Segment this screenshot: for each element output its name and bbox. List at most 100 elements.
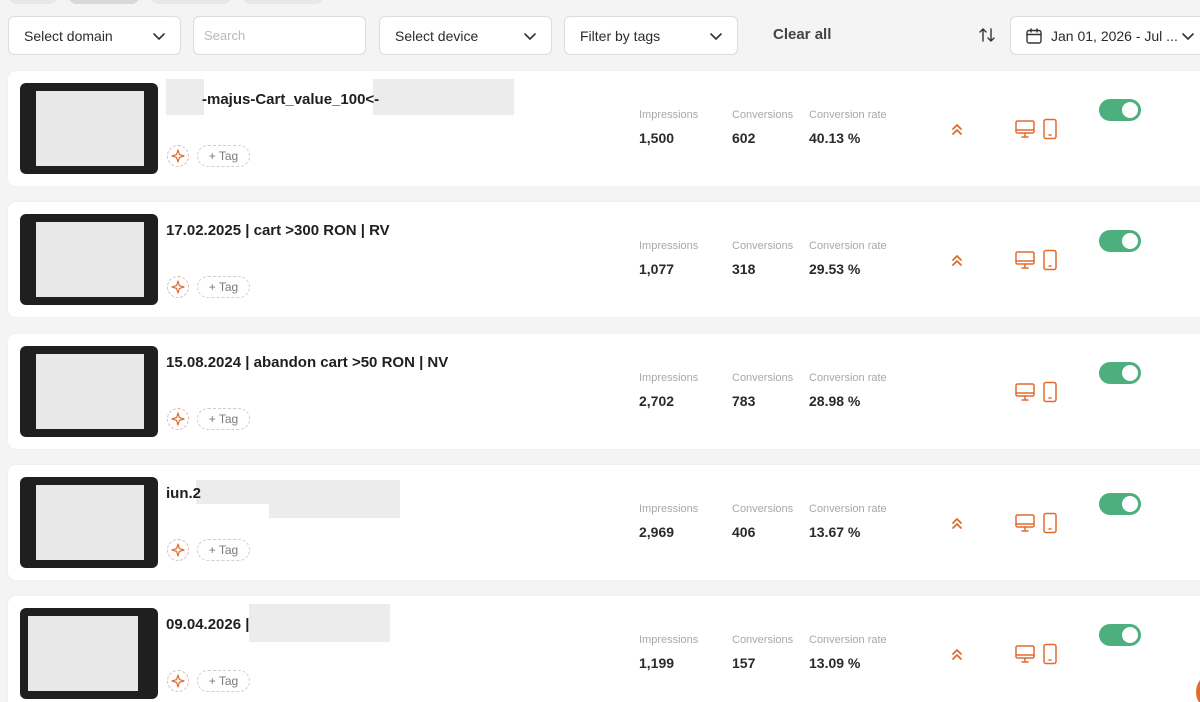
search-input[interactable]	[193, 16, 366, 55]
campaign-enabled-toggle[interactable]	[1099, 362, 1141, 384]
sparkle-icon	[171, 149, 185, 163]
tags-filter-select[interactable]: Filter by tags	[564, 16, 738, 55]
conversions-value: 406	[732, 524, 756, 540]
toggle-knob	[1122, 102, 1138, 118]
desktop-icon[interactable]	[1014, 643, 1036, 665]
campaign-title-wrap: 09.04.2026 |	[166, 606, 249, 642]
mobile-icon[interactable]	[1039, 249, 1061, 271]
campaign-preview-thumbnail[interactable]	[20, 477, 158, 568]
calendar-icon	[1026, 27, 1042, 44]
date-range-picker[interactable]: Jan 01, 2026 - Jul ...	[1010, 16, 1200, 55]
add-tag-button[interactable]: + Tag	[197, 670, 250, 692]
conversion-rate-metric: Conversion rate 40.13 %	[809, 109, 887, 146]
conversion-rate-label: Conversion rate	[809, 372, 887, 384]
add-tag-button[interactable]: + Tag	[197, 408, 250, 430]
conversion-rate-value: 29.53 %	[809, 261, 861, 277]
tab-2[interactable]	[68, 0, 140, 4]
impressions-label: Impressions	[639, 240, 699, 252]
sparkle-icon	[171, 280, 185, 294]
campaign-preview-thumbnail[interactable]	[20, 214, 158, 305]
campaign-enabled-toggle[interactable]	[1099, 624, 1141, 646]
toggle-knob	[1122, 496, 1138, 512]
campaign-title[interactable]: 09.04.2026 |	[166, 616, 249, 633]
ai-sparkle-button[interactable]	[167, 539, 189, 561]
conversion-rate-value: 40.13 %	[809, 130, 861, 146]
priority-high-icon[interactable]	[949, 646, 965, 662]
campaign-enabled-toggle[interactable]	[1099, 99, 1141, 121]
sort-icon[interactable]	[978, 26, 996, 44]
impressions-label: Impressions	[639, 109, 699, 121]
impressions-value: 1,077	[639, 261, 675, 277]
campaign-title[interactable]: iun.2	[166, 485, 201, 502]
priority-high-icon[interactable]	[949, 121, 965, 137]
desktop-icon[interactable]	[1014, 381, 1036, 403]
campaign-preview-thumbnail[interactable]	[20, 83, 158, 174]
conversion-rate-label: Conversion rate	[809, 240, 887, 252]
campaign-card[interactable]: 17.02.2025 | cart >300 RON | RV + Tag Im…	[8, 202, 1200, 317]
impressions-label: Impressions	[639, 634, 699, 646]
priority-high-icon[interactable]	[949, 515, 965, 531]
sparkle-icon	[171, 674, 185, 688]
campaign-title[interactable]: 15.08.2024 | abandon cart >50 RON | NV	[166, 354, 448, 371]
conversions-label: Conversions	[732, 109, 794, 121]
impressions-value: 1,500	[639, 130, 675, 146]
conversions-value: 157	[732, 655, 756, 671]
campaign-title[interactable]: 17.02.2025 | cart >300 RON | RV	[166, 222, 390, 239]
chevron-down-icon	[153, 32, 165, 40]
ai-sparkle-button[interactable]	[167, 145, 189, 167]
conversions-label: Conversions	[732, 240, 794, 252]
mobile-icon[interactable]	[1039, 118, 1061, 140]
conversions-metric: Conversions 406	[732, 503, 793, 540]
toggle-knob	[1122, 365, 1138, 381]
tab-4[interactable]	[242, 0, 324, 4]
impressions-metric: Impressions 2,702	[639, 372, 698, 409]
filter-toolbar: Select domain Select device Filter by ta…	[8, 16, 1200, 56]
campaign-card[interactable]: 09.04.2026 | + Tag Impressions 1,199 Conv…	[8, 596, 1200, 702]
preview-screen	[28, 616, 138, 691]
conversions-label: Conversions	[732, 372, 794, 384]
campaign-title[interactable]: -majus-Cart_value_100<-	[202, 91, 379, 108]
desktop-icon[interactable]	[1014, 118, 1036, 140]
mobile-icon[interactable]	[1039, 381, 1061, 403]
conversions-value: 318	[732, 261, 756, 277]
ai-sparkle-button[interactable]	[167, 670, 189, 692]
tab-1[interactable]	[8, 0, 58, 4]
ai-sparkle-button[interactable]	[167, 408, 189, 430]
domain-select[interactable]: Select domain	[8, 16, 181, 55]
priority-high-icon[interactable]	[949, 252, 965, 268]
sparkle-icon	[171, 412, 185, 426]
impressions-value: 2,969	[639, 524, 675, 540]
desktop-icon[interactable]	[1014, 512, 1036, 534]
ai-sparkle-button[interactable]	[167, 276, 189, 298]
conversions-value: 783	[732, 393, 756, 409]
tags-filter-label: Filter by tags	[580, 27, 661, 44]
add-tag-button[interactable]: + Tag	[197, 145, 250, 167]
clear-all-button[interactable]: Clear all	[773, 26, 831, 43]
redacted-block	[249, 604, 390, 642]
device-select[interactable]: Select device	[379, 16, 552, 55]
conversion-rate-label: Conversion rate	[809, 634, 887, 646]
campaign-enabled-toggle[interactable]	[1099, 493, 1141, 515]
desktop-icon[interactable]	[1014, 249, 1036, 271]
redacted-block	[269, 504, 400, 518]
campaign-card[interactable]: 15.08.2024 | abandon cart >50 RON | NV +…	[8, 334, 1200, 449]
conversion-rate-label: Conversion rate	[809, 503, 887, 515]
campaign-preview-thumbnail[interactable]	[20, 346, 158, 437]
toggle-knob	[1122, 233, 1138, 249]
impressions-label: Impressions	[639, 503, 699, 515]
tab-3[interactable]	[150, 0, 232, 4]
campaign-enabled-toggle[interactable]	[1099, 230, 1141, 252]
campaign-preview-thumbnail[interactable]	[20, 608, 158, 699]
redacted-block	[166, 79, 204, 115]
campaign-card[interactable]: -majus-Cart_value_100<- + Tag Impression…	[8, 71, 1200, 186]
mobile-icon[interactable]	[1039, 512, 1061, 534]
redacted-block	[373, 79, 514, 115]
conversion-rate-value: 13.67 %	[809, 524, 861, 540]
conversion-rate-value: 28.98 %	[809, 393, 861, 409]
mobile-icon[interactable]	[1039, 643, 1061, 665]
top-tabs	[8, 0, 324, 4]
campaign-card[interactable]: iun.2 + Tag Impressions 2,969 Conversions…	[8, 465, 1200, 580]
add-tag-button[interactable]: + Tag	[197, 276, 250, 298]
conversions-value: 602	[732, 130, 756, 146]
add-tag-button[interactable]: + Tag	[197, 539, 250, 561]
